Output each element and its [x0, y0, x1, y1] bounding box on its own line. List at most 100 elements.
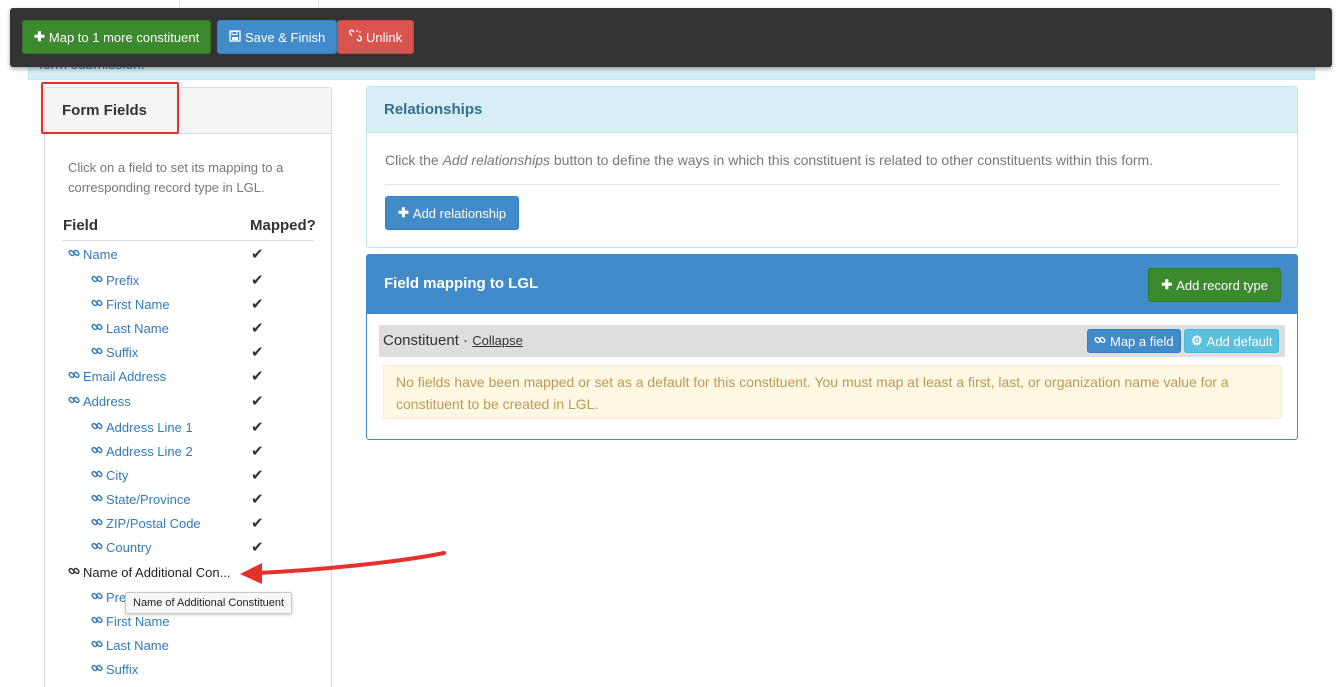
field-row[interactable]: Suffix: [91, 659, 313, 681]
column-header-mapped: Mapped?: [250, 217, 316, 234]
link-icon: [91, 345, 103, 360]
link-icon: [91, 420, 103, 435]
field-label: Prefix: [106, 273, 140, 288]
field-label: Suffix: [106, 345, 139, 360]
check-icon: ✔: [251, 272, 264, 289]
link-icon: [91, 273, 103, 288]
constituent-bar: Constituent · Collapse Map a field ⚙ Add…: [379, 325, 1285, 357]
unlink-button[interactable]: Unlink: [337, 20, 415, 54]
form-fields-header: Form Fields: [45, 88, 331, 134]
link-icon: [91, 297, 103, 312]
check-icon: ✔: [251, 419, 264, 436]
map-field-label: Map a field: [1110, 333, 1174, 349]
field-label: Suffix: [106, 662, 139, 677]
field-label: Name: [83, 247, 118, 262]
field-row[interactable]: Address ✔: [68, 391, 313, 413]
link-icon: [91, 662, 103, 677]
map-more-constituent-button[interactable]: ✚ Map to 1 more constituent: [22, 20, 212, 54]
field-label: ZIP/Postal Code: [106, 516, 201, 531]
add-relationship-button[interactable]: ✚ Add relationship: [385, 196, 520, 230]
add-default-button[interactable]: ⚙ Add default: [1184, 329, 1280, 353]
plus-icon: ✚: [34, 29, 45, 44]
field-mapping-panel: Field mapping to LGL ✚ Add record type C…: [366, 254, 1298, 440]
relationships-header: Relationships: [367, 87, 1297, 133]
field-mapping-header: Field mapping to LGL ✚ Add record type: [367, 255, 1297, 314]
field-label: Email Address: [83, 369, 167, 384]
field-row[interactable]: State/Province ✔: [91, 489, 313, 511]
field-label: Address Line 1: [106, 420, 193, 435]
link-icon: [91, 614, 103, 629]
field-label: Address: [83, 394, 131, 409]
link-icon: [91, 468, 103, 483]
field-label: Last Name: [106, 321, 169, 336]
link-icon: [91, 321, 103, 336]
field-label: Country: [106, 540, 152, 555]
check-icon: ✔: [251, 246, 264, 263]
collapse-link[interactable]: Collapse: [472, 333, 523, 348]
column-header-field: Field: [63, 217, 99, 234]
save-icon: [229, 29, 241, 45]
field-label: Name of Additional Con...: [83, 565, 231, 580]
check-icon: ✔: [251, 368, 264, 385]
check-icon: ✔: [251, 491, 264, 508]
link-icon: [91, 638, 103, 653]
check-icon: ✔: [251, 443, 264, 460]
plus-icon: ✚: [398, 205, 409, 220]
field-row[interactable]: Address Line 1 ✔: [91, 417, 313, 439]
no-fields-warning: No fields have been mapped or set as a d…: [383, 365, 1282, 419]
map-more-constituent-label: Map to 1 more constituent: [48, 29, 200, 45]
field-row[interactable]: First Name ✔: [91, 294, 313, 316]
field-label: Last Name: [106, 638, 169, 653]
field-row[interactable]: Last Name: [91, 635, 313, 657]
gear-icon: ⚙: [1191, 333, 1203, 348]
field-row[interactable]: Prefix ✔: [91, 270, 313, 292]
check-icon: ✔: [251, 320, 264, 337]
field-mapping-title: Field mapping to LGL: [384, 275, 539, 292]
link-icon: [68, 394, 80, 409]
save-finish-label: Save & Finish: [245, 29, 326, 45]
field-row[interactable]: Email Address ✔: [68, 366, 313, 388]
map-field-button[interactable]: Map a field: [1087, 329, 1181, 353]
add-record-type-button[interactable]: ✚ Add record type: [1148, 268, 1281, 302]
unlink-label: Unlink: [366, 29, 403, 45]
field-row[interactable]: First Name: [91, 611, 313, 633]
field-row[interactable]: Name ✔: [68, 244, 313, 266]
link-icon: [91, 540, 103, 555]
add-default-label: Add default: [1206, 333, 1273, 349]
field-row[interactable]: ZIP/Postal Code ✔: [91, 513, 313, 535]
field-label: State/Province: [106, 492, 191, 507]
save-finish-button[interactable]: Save & Finish: [217, 20, 338, 54]
link-icon: [68, 369, 80, 384]
relationships-panel: Relationships Click the Add relationship…: [366, 86, 1298, 248]
relationships-title: Relationships: [384, 101, 483, 118]
check-icon: ✔: [251, 393, 264, 410]
field-row[interactable]: City ✔: [91, 465, 313, 487]
check-icon: ✔: [251, 467, 264, 484]
link-icon: [91, 590, 103, 605]
add-record-type-label: Add record type: [1176, 277, 1268, 293]
relationships-help-emphasis: Add relationships: [442, 152, 550, 168]
field-row[interactable]: Suffix ✔: [91, 342, 313, 364]
link-icon: [68, 247, 80, 262]
plus-icon: ✚: [1161, 277, 1173, 292]
form-fields-title: Form Fields: [62, 102, 148, 119]
field-label: First Name: [106, 614, 170, 629]
check-icon: ✔: [251, 344, 264, 361]
check-icon: ✔: [251, 296, 264, 313]
relationships-help: Click the Add relationships button to de…: [385, 152, 1153, 168]
separator: ·: [458, 332, 473, 349]
divider: [385, 184, 1280, 185]
check-icon: ✔: [251, 539, 264, 556]
link-icon: [1094, 334, 1106, 349]
add-relationship-label: Add relationship: [412, 205, 507, 221]
field-label: City: [106, 468, 129, 483]
field-row[interactable]: Name of Additional Con...: [68, 562, 313, 584]
field-row[interactable]: Country ✔: [91, 537, 313, 559]
field-row[interactable]: Last Name ✔: [91, 318, 313, 340]
field-label: Address Line 2: [106, 444, 193, 459]
relationships-help-text: Click the: [385, 152, 443, 168]
field-row[interactable]: Address Line 2 ✔: [91, 441, 313, 463]
link-icon: [91, 492, 103, 507]
link-icon: [68, 565, 80, 580]
fields-table-header: Field Mapped?: [62, 214, 316, 241]
